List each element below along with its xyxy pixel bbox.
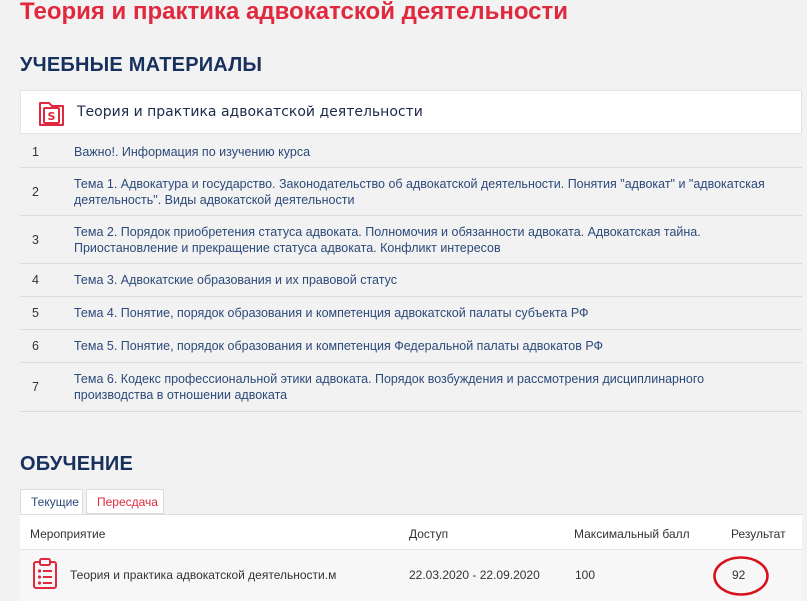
access-period: 22.03.2020 - 22.09.2020 [409, 568, 540, 582]
item-number: 1 [32, 144, 39, 159]
column-event: Мероприятие [30, 527, 106, 541]
column-result: Результат [731, 527, 786, 541]
topic-link[interactable]: Тема 1. Адвокатура и государство. Законо… [74, 176, 782, 208]
topic-link[interactable]: Тема 6. Кодекс профессиональной этики ад… [74, 371, 782, 403]
tab-retake[interactable]: Пересдача [86, 489, 164, 514]
result-cell: 92 [712, 555, 770, 597]
table-row[interactable]: Теория и практика адвокатской деятельнос… [20, 550, 802, 601]
tab-current[interactable]: Текущие [20, 489, 83, 514]
list-item: 6 Тема 5. Понятие, порядок образования и… [20, 330, 802, 363]
item-number: 7 [32, 380, 39, 394]
page-title: Теория и практика адвокатской деятельнос… [20, 0, 569, 25]
course-title[interactable]: Теория и практика адвокатской деятельнос… [77, 104, 423, 120]
materials-heading: УЧЕБНЫЕ МАТЕРИАЛЫ [20, 54, 263, 76]
item-number: 5 [32, 306, 39, 320]
item-number: 3 [32, 232, 39, 247]
list-item: 3 Тема 2. Порядок приобретения статуса а… [20, 216, 802, 264]
topic-link[interactable]: Тема 5. Понятие, порядок образования и к… [74, 338, 782, 354]
list-item: 5 Тема 4. Понятие, порядок образования и… [20, 297, 802, 330]
list-item: 1 Важно!. Информация по изучению курса [20, 136, 802, 168]
column-max-score: Максимальный балл [574, 527, 690, 541]
training-table: Мероприятие Доступ Максимальный балл Рез… [20, 514, 802, 601]
topic-link[interactable]: Важно!. Информация по изучению курса [74, 144, 782, 160]
table-header: Мероприятие Доступ Максимальный балл Рез… [20, 515, 802, 550]
item-number: 4 [32, 273, 39, 287]
item-number: 2 [32, 184, 39, 199]
materials-list: 1 Важно!. Информация по изучению курса 2… [20, 136, 802, 412]
list-item: 7 Тема 6. Кодекс профессиональной этики … [20, 363, 802, 412]
training-heading: ОБУЧЕНИЕ [20, 453, 134, 475]
list-item: 2 Тема 1. Адвокатура и государство. Зако… [20, 168, 802, 216]
column-access: Доступ [409, 527, 449, 541]
result-score: 92 [732, 568, 746, 582]
course-card[interactable]: S Теория и практика адвокатской деятельн… [20, 90, 802, 134]
event-name[interactable]: Теория и практика адвокатской деятельнос… [70, 568, 336, 582]
topic-link[interactable]: Тема 4. Понятие, порядок образования и к… [74, 305, 782, 321]
item-number: 6 [32, 339, 39, 353]
svg-text:S: S [48, 110, 56, 123]
topic-link[interactable]: Тема 2. Порядок приобретения статуса адв… [74, 224, 782, 256]
list-item: 4 Тема 3. Адвокатские образования и их п… [20, 264, 802, 297]
max-score: 100 [575, 568, 596, 582]
clipboard-list-icon [32, 558, 58, 595]
document-s-icon: S [37, 99, 67, 132]
topic-link[interactable]: Тема 3. Адвокатские образования и их пра… [74, 272, 782, 288]
